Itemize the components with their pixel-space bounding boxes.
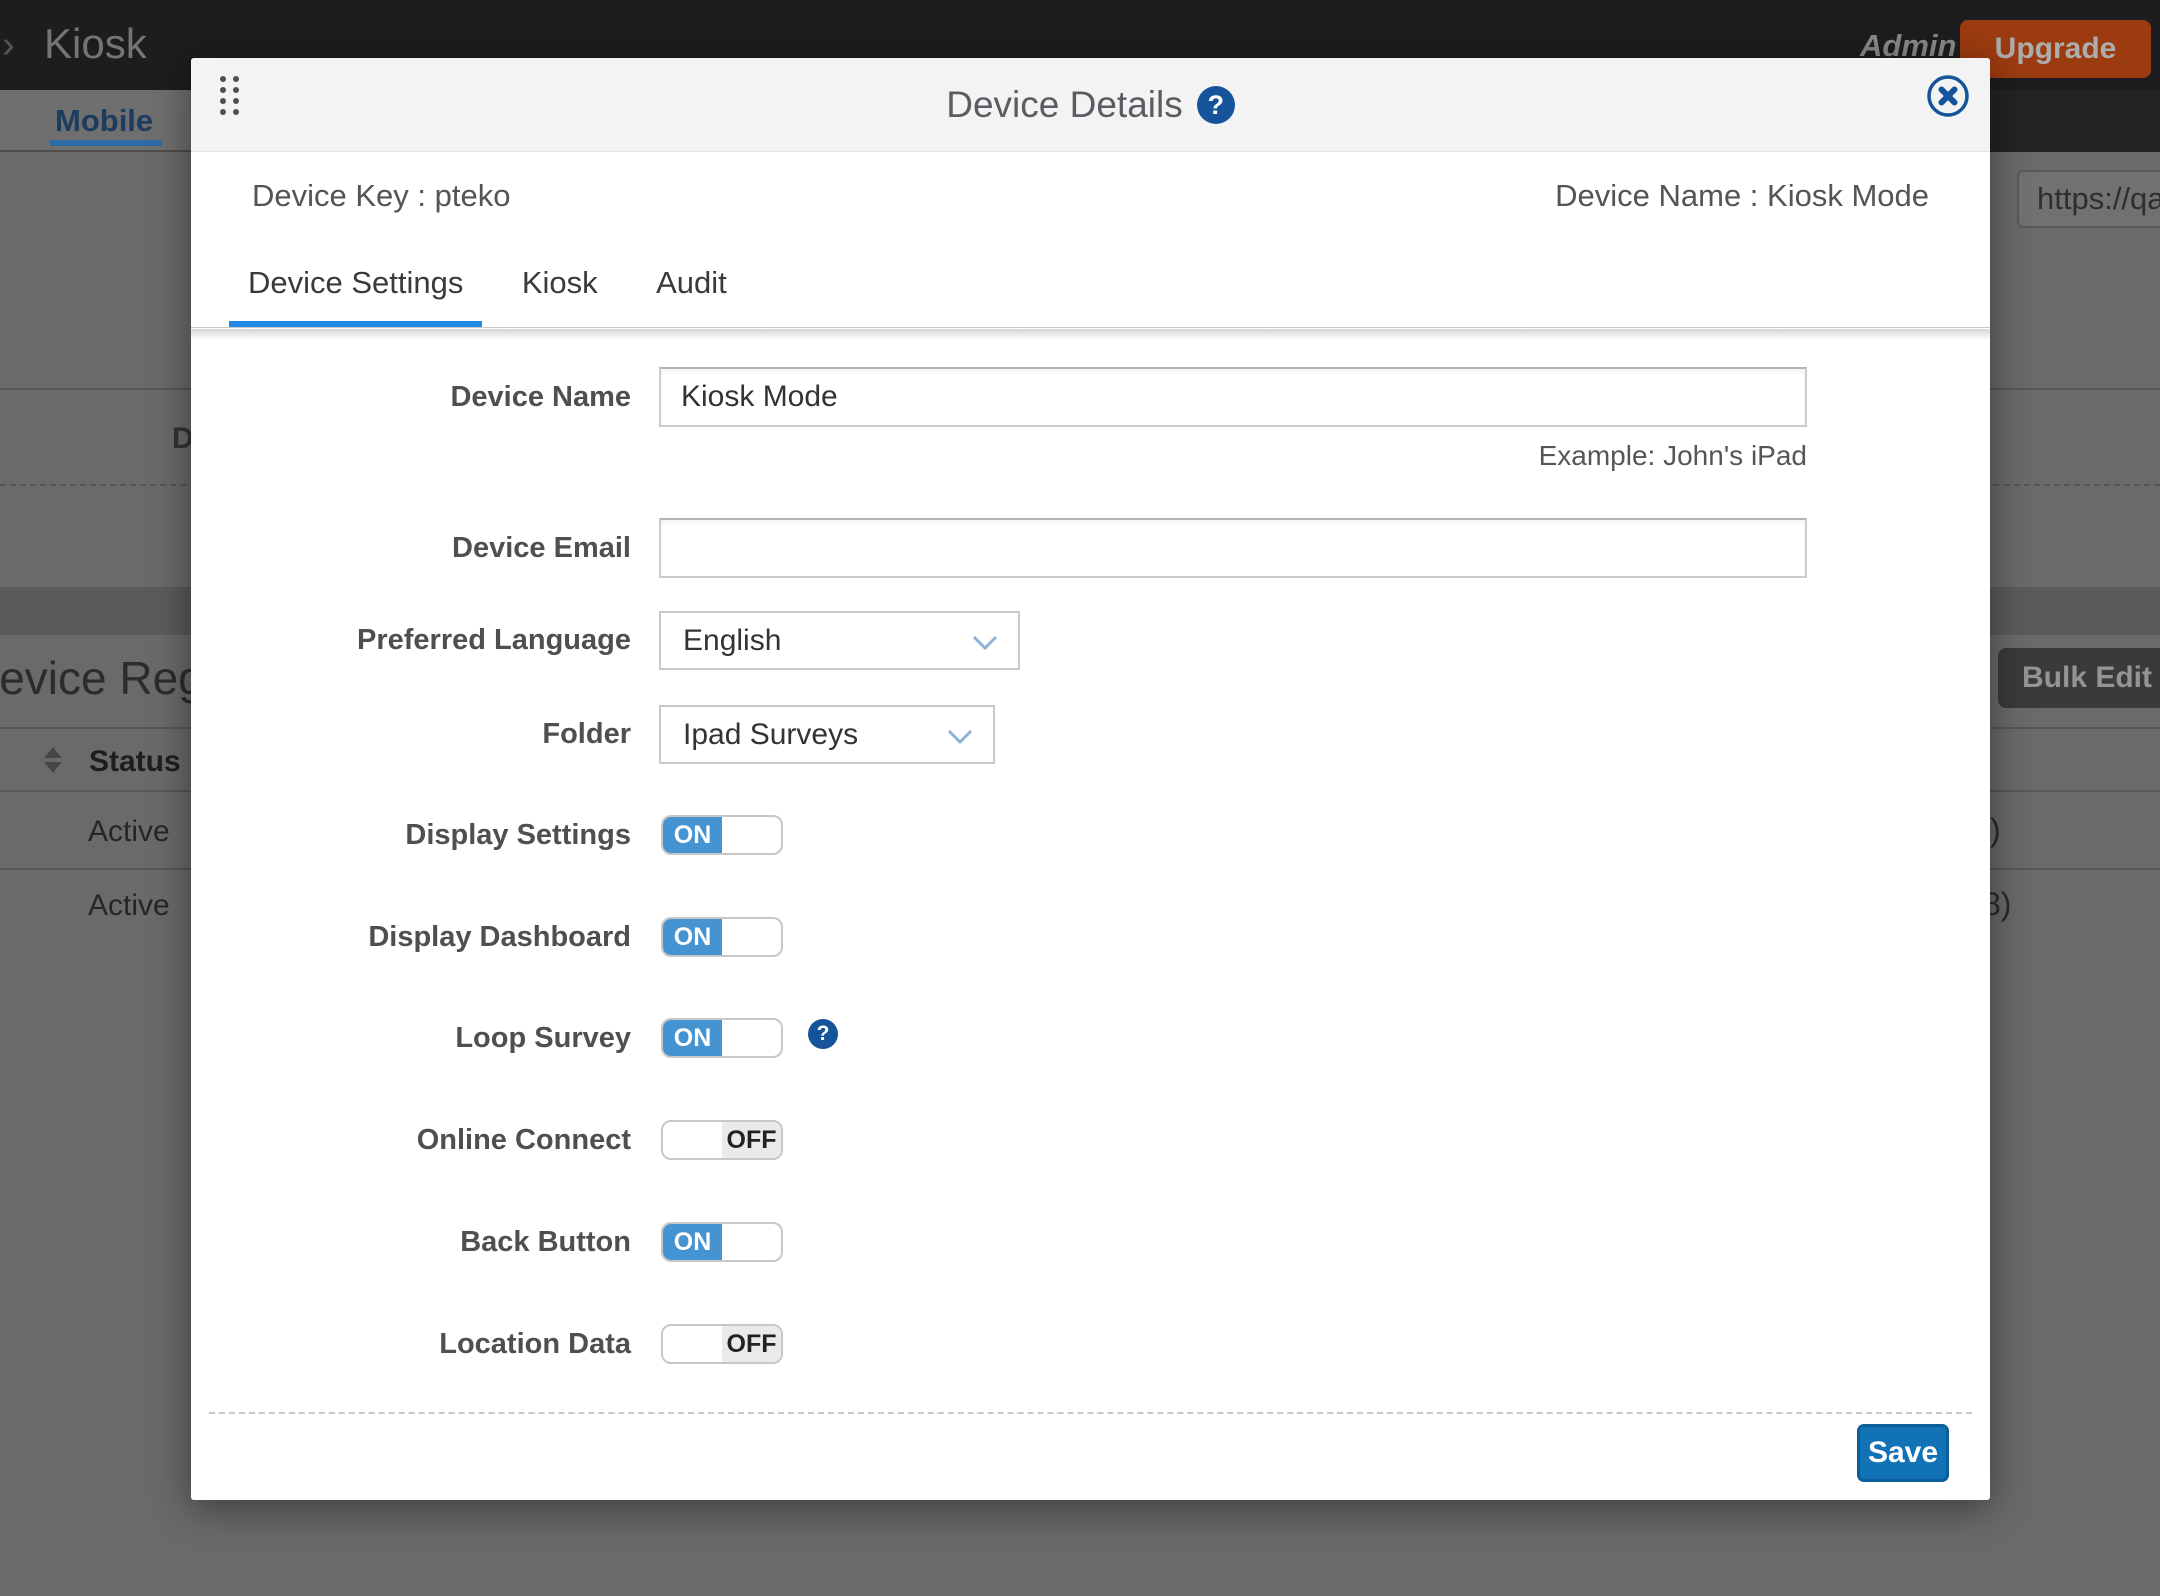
modal-subheader: Device Key : pteko Device Name : Kiosk M… <box>191 152 1990 240</box>
location-data-label: Location Data <box>191 1324 631 1364</box>
preferred-language-value: English <box>683 624 781 657</box>
device-email-input[interactable] <box>659 518 1807 578</box>
device-name-input[interactable] <box>659 367 1807 427</box>
device-email-label: Device Email <box>191 518 631 578</box>
save-button[interactable]: Save <box>1857 1424 1949 1482</box>
title-help-icon[interactable]: ? <box>1197 86 1235 124</box>
page-title: Kiosk <box>44 20 147 68</box>
online-connect-label: Online Connect <box>191 1120 631 1160</box>
device-name-text: Device Name : Kiosk Mode <box>1555 178 1929 214</box>
preferred-language-select[interactable]: English <box>659 611 1020 670</box>
tab-mobile[interactable]: Mobile <box>55 103 153 139</box>
device-details-modal: Device Details ? Device Key : pteko Devi… <box>191 58 1990 1500</box>
loop-survey-label: Loop Survey <box>191 1018 631 1058</box>
display-dashboard-label: Display Dashboard <box>191 917 631 957</box>
chevron-down-icon <box>972 635 998 650</box>
bulk-edit-devices-button[interactable]: Bulk Edit Dev <box>1998 648 2160 708</box>
table-row-fragment: ) <box>1990 812 2001 849</box>
url-input-value: https://qa. <box>2019 172 2160 226</box>
modal-tabbar: Device Settings Kiosk Audit <box>191 240 1990 328</box>
device-name-hint: Example: John's iPad <box>659 440 1807 472</box>
url-input[interactable]: https://qa. <box>2017 170 2160 228</box>
location-data-toggle[interactable]: OFF <box>661 1324 783 1364</box>
tab-mobile-underline <box>50 140 162 146</box>
close-icon[interactable] <box>1926 74 1970 118</box>
display-settings-label: Display Settings <box>191 815 631 855</box>
back-button-toggle[interactable]: ON <box>661 1222 783 1262</box>
topbar-right-extension <box>1990 90 2160 152</box>
folder-value: Ipad Surveys <box>683 718 858 751</box>
folder-select[interactable]: Ipad Surveys <box>659 705 995 764</box>
modal-header: Device Details ? <box>191 58 1990 152</box>
back-button-label: Back Button <box>191 1222 631 1262</box>
folder-label: Folder <box>191 705 631 764</box>
online-connect-toggle[interactable]: OFF <box>661 1120 783 1160</box>
device-key-text: Device Key : pteko <box>252 178 510 214</box>
loop-survey-help-icon[interactable]: ? <box>808 1019 838 1049</box>
background-label-fragment: De <box>172 422 192 456</box>
device-name-label: Device Name <box>191 367 631 427</box>
sort-asc-arrow <box>44 747 62 758</box>
status-column-header[interactable]: Status <box>89 745 181 779</box>
table-row-status: Active <box>88 815 170 849</box>
tab-device-settings[interactable]: Device Settings <box>229 240 482 326</box>
tab-kiosk[interactable]: Kiosk <box>503 240 617 326</box>
preferred-language-label: Preferred Language <box>191 611 631 670</box>
breadcrumb-chevron-icon: › <box>2 24 15 67</box>
chevron-down-icon <box>947 729 973 744</box>
screen: › Kiosk Admin Upgrade Now Mobile https:/… <box>0 0 2160 1596</box>
display-dashboard-toggle[interactable]: ON <box>661 917 783 957</box>
sort-icon[interactable] <box>44 747 64 773</box>
tab-audit[interactable]: Audit <box>637 240 746 326</box>
footer-dashed-divider <box>209 1412 1972 1414</box>
sort-desc-arrow <box>44 762 62 773</box>
modal-title-wrap: Device Details ? <box>191 58 1990 152</box>
display-settings-toggle[interactable]: ON <box>661 815 783 855</box>
modal-title: Device Details <box>946 84 1182 126</box>
table-row-status: Active <box>88 889 170 923</box>
loop-survey-toggle[interactable]: ON <box>661 1018 783 1058</box>
